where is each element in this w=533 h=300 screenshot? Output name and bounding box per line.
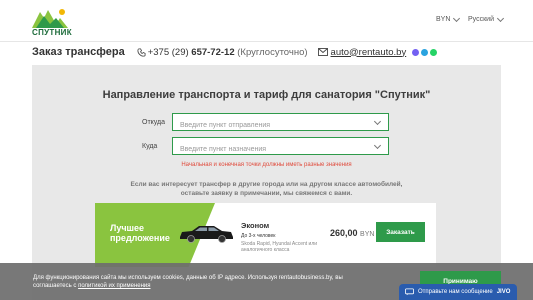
cookie-text: Для функционирования сайта мы используем… (33, 274, 363, 290)
site-header: СПУТНИК BYN Русский (0, 0, 533, 42)
price-currency: BYN (360, 231, 375, 238)
jivo-logo: JIVO (496, 289, 511, 295)
whatsapp-icon[interactable] (430, 48, 438, 56)
logo-text: СПУТНИК (32, 28, 72, 37)
order-button[interactable]: Заказать (376, 222, 425, 242)
class-name: Эконом (241, 221, 270, 230)
to-label: Куда (142, 143, 158, 150)
class-models: Skoda Rapid, Hyundai Accent или аналогич… (241, 241, 318, 253)
page: СПУТНИК BYN Русский Заказ трансфера +375… (0, 0, 533, 300)
validation-error: Начальная и конечная точки должны иметь … (181, 162, 352, 168)
title-row: Заказ трансфера +375 (29) 657-72-12 (Кру… (32, 43, 438, 61)
phone-prefix: +375 (29) (147, 46, 192, 58)
best-offer-label: Лучшее предложение (110, 223, 170, 243)
info-note: Если вас интересует трансфер в другие го… (32, 180, 501, 198)
car-icon (180, 226, 233, 243)
best-offer-line1: Лучшее (110, 223, 145, 233)
price: 260,00 BYN (330, 228, 374, 238)
phone-icon (137, 47, 146, 57)
mail-icon (317, 48, 328, 56)
form-heading: Направление транспорта и тариф для санат… (102, 89, 431, 101)
cookie-policy-link[interactable]: политикой их применения (78, 283, 150, 289)
chat-label: Отправьте нам сообщение (418, 289, 493, 295)
language-select[interactable]: Русский (468, 14, 505, 23)
language-value: Русский (468, 16, 494, 23)
currency-value: BYN (436, 16, 451, 23)
telegram-icon[interactable] (421, 48, 429, 56)
to-input[interactable] (173, 141, 388, 158)
chat-bubble-icon (405, 288, 414, 296)
tariff-card: Лучшее предложение Эконом До 3-х человек… (95, 203, 436, 267)
viber-icon[interactable] (412, 48, 420, 56)
sputnik-logo[interactable]: СПУТНИК (30, 6, 80, 38)
to-field[interactable] (172, 137, 389, 158)
from-label: Откуда (142, 119, 166, 126)
currency-select[interactable]: BYN (436, 14, 461, 23)
chat-widget[interactable]: Отправьте нам сообщение JIVO (399, 284, 517, 300)
info-note-line1: Если вас интересует трансфер в другие го… (130, 181, 403, 188)
info-note-line2: оставьте заявку в примечании, мы свяжемс… (180, 190, 353, 197)
phone-number: 657-72-12 (191, 46, 235, 58)
phone-link[interactable]: +375 (29) 657-72-12 (Круглосуточно) (148, 47, 308, 58)
from-input[interactable] (173, 117, 388, 134)
best-offer-line2: предложение (110, 233, 170, 243)
chevron-down-icon (453, 14, 461, 22)
from-field[interactable] (172, 113, 389, 134)
chevron-down-icon (496, 14, 505, 22)
page-title: Заказ трансфера (32, 46, 125, 58)
class-capacity: До 3-х человек (241, 233, 276, 239)
email-link[interactable]: auto@rentauto.by (331, 47, 407, 58)
price-value: 260,00 (330, 228, 358, 238)
phone-hours: (Круглосуточно) (234, 46, 308, 58)
